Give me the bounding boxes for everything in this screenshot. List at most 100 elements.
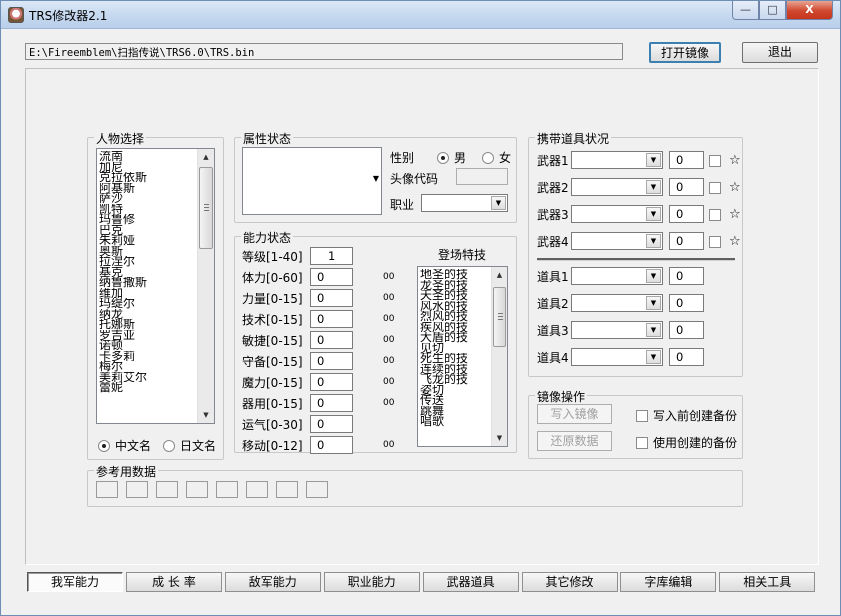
minimize-button[interactable]: — <box>732 1 759 20</box>
ability-label: 移动[0-12] <box>242 439 303 453</box>
tool-uses-input[interactable]: 0 <box>669 348 704 366</box>
scroll-down-icon[interactable]: ▼ <box>198 407 214 423</box>
ability-value-input[interactable]: 1 <box>310 247 353 265</box>
weapon-select[interactable]: ▼ <box>571 205 663 223</box>
items-group: 携带道具状况 <box>528 130 743 377</box>
checkbox-icon <box>636 409 648 422</box>
attributes-dropdown[interactable]: ▼ <box>242 147 382 215</box>
weapon-select[interactable]: ▼ <box>571 178 663 196</box>
reference-cell <box>306 481 328 498</box>
ability-value-input[interactable]: 0 <box>310 289 353 307</box>
character-group-title: 人物选择 <box>94 130 147 147</box>
chevron-down-icon: ▼ <box>646 207 661 221</box>
ability-label: 体力[0-60] <box>242 271 303 285</box>
weapon-select[interactable]: ▼ <box>571 151 663 169</box>
lang-jp-radio[interactable]: 日文名 <box>163 437 216 454</box>
ability-value-input[interactable]: 0 <box>310 331 353 349</box>
weapon-checkbox[interactable]: ☆ <box>709 234 741 249</box>
open-image-button[interactable]: 打开镜像 <box>649 42 721 63</box>
ability-hex-value: 00 <box>383 398 395 408</box>
tool-uses-input[interactable]: 0 <box>669 294 704 312</box>
scroll-up-icon[interactable]: ▲ <box>198 149 214 165</box>
portrait-label: 头像代码 <box>390 172 439 186</box>
scroll-down-icon[interactable]: ▼ <box>492 430 507 446</box>
tool-label: 道具4 <box>537 351 569 365</box>
file-path-field[interactable]: E:\Fireemblem\扫指传说\TRS6.0\TRS.bin <box>25 43 623 60</box>
tab-7[interactable]: 相关工具 <box>719 572 816 592</box>
tab-3[interactable]: 职业能力 <box>323 572 420 592</box>
tab-0[interactable]: 我军能力 <box>27 572 123 592</box>
reference-cell <box>276 481 298 498</box>
scroll-thumb[interactable] <box>493 287 506 347</box>
maximize-button[interactable]: □ <box>759 1 786 20</box>
attributes-group-title: 属性状态 <box>241 130 294 147</box>
write-image-button[interactable]: 写入镜像 <box>537 404 612 424</box>
chevron-down-icon: ▼ <box>646 234 661 248</box>
weapon-uses-input[interactable]: 0 <box>669 232 704 250</box>
bottom-tabs: 我军能力成 长 率敌军能力 职业能力 武器道具 其它修改 字库编辑 相关工具 <box>27 572 819 593</box>
class-select[interactable]: ▼ <box>421 194 508 212</box>
checkbox-icon <box>709 208 721 221</box>
weapon-uses-input[interactable]: 0 <box>669 205 704 223</box>
close-button[interactable]: X <box>786 1 833 20</box>
tab-6[interactable]: 字库编辑 <box>620 572 717 592</box>
portrait-code-field[interactable] <box>456 168 508 185</box>
tool-select[interactable]: ▼ <box>571 321 663 339</box>
radio-dot-icon <box>482 151 494 164</box>
ability-label: 敏捷[0-15] <box>242 334 303 348</box>
ability-value-input[interactable]: 0 <box>310 394 353 412</box>
ability-hex-value: 00 <box>383 293 395 303</box>
title-bar[interactable]: TRS修改器2.1 — □ X <box>1 1 840 29</box>
ability-value-input[interactable]: 0 <box>310 436 353 454</box>
backup-before-checkbox[interactable]: 写入前创建备份 <box>636 407 737 424</box>
weapon-select[interactable]: ▼ <box>571 232 663 250</box>
weapon-checkbox[interactable]: ☆ <box>709 207 741 222</box>
skills-scrollbar[interactable]: ▲ ▼ <box>491 267 507 446</box>
tool-select[interactable]: ▼ <box>571 294 663 312</box>
ability-value-input[interactable]: 0 <box>310 352 353 370</box>
ability-value-input[interactable]: 0 <box>310 415 353 433</box>
tool-select[interactable]: ▼ <box>571 348 663 366</box>
items-separator <box>537 258 735 261</box>
tool-uses-input[interactable]: 0 <box>669 267 704 285</box>
tab-2[interactable]: 敌军能力 <box>224 572 321 592</box>
chevron-down-icon: ▼ <box>491 196 506 210</box>
reference-cell <box>126 481 148 498</box>
lang-cn-radio[interactable]: 中文名 <box>98 437 151 454</box>
ability-value-input[interactable]: 0 <box>310 373 353 391</box>
reference-group-title: 参考用数据 <box>94 463 159 480</box>
tool-select[interactable]: ▼ <box>571 267 663 285</box>
ability-value-input[interactable]: 0 <box>310 268 353 286</box>
use-backup-checkbox[interactable]: 使用创建的备份 <box>636 434 737 451</box>
tab-5[interactable]: 其它修改 <box>521 572 618 592</box>
radio-dot-icon <box>437 151 449 164</box>
exit-button[interactable]: 退出 <box>742 42 818 63</box>
star-icon: ☆ <box>729 153 741 168</box>
gender-female-radio[interactable]: 女 <box>482 149 511 166</box>
radio-dot-icon <box>163 439 175 452</box>
tab-4[interactable]: 武器道具 <box>422 572 519 592</box>
checkbox-icon <box>709 154 721 167</box>
ability-label: 技术[0-15] <box>242 313 303 327</box>
tool-label: 道具3 <box>537 324 569 338</box>
skills-listbox[interactable]: 地圣的技 龙圣的技 天圣的技 风水的技 烈风的技 疾风的技 大盾的技 见切 死生的技 连续的技 飞龙… <box>417 266 508 447</box>
weapon-checkbox[interactable]: ☆ <box>709 153 741 168</box>
tool-uses-input[interactable]: 0 <box>669 321 704 339</box>
ability-value-input[interactable]: 0 <box>310 310 353 328</box>
gender-male-radio[interactable]: 男 <box>437 149 466 166</box>
ability-hex-value: 00 <box>383 272 395 282</box>
ability-label: 运气[0-30] <box>242 418 303 432</box>
weapon-uses-input[interactable]: 0 <box>669 178 704 196</box>
character-scrollbar[interactable]: ▲ ▼ <box>197 149 214 423</box>
ability-hex-value: 00 <box>383 440 395 450</box>
weapon-uses-input[interactable]: 0 <box>669 151 704 169</box>
scroll-up-icon[interactable]: ▲ <box>492 267 507 283</box>
ability-label: 魔力[0-15] <box>242 376 303 390</box>
weapon-checkbox[interactable]: ☆ <box>709 180 741 195</box>
reference-cell <box>246 481 268 498</box>
ability-group-title: 能力状态 <box>241 229 294 246</box>
scroll-thumb[interactable] <box>199 167 213 249</box>
character-listbox[interactable]: 流南 加尼 克拉依斯 阿基斯 萨沙 凯特 玛鲁修 巴克 朱莉娅 奥斯 拉涅尔 基克 纳鲁撒斯 维加 玛缇尔纳… <box>96 148 215 424</box>
restore-data-button[interactable]: 还原数据 <box>537 431 612 451</box>
tab-1[interactable]: 成 长 率 <box>125 572 222 592</box>
